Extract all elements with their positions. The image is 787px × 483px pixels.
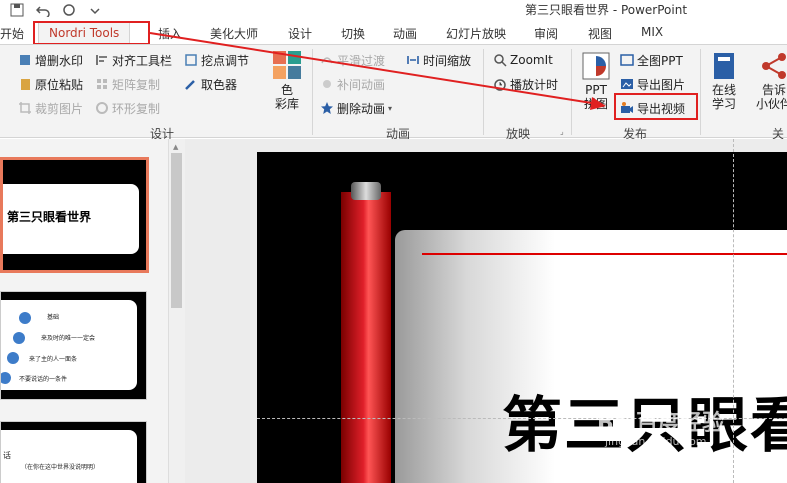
annotation-arrow: [149, 32, 606, 110]
